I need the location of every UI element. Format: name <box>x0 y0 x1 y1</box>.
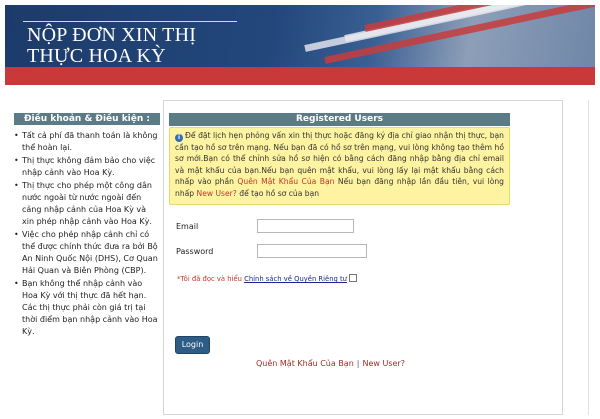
header-banner: NỘP ĐƠN XIN THỊ THỰC HOA KỲ <box>5 5 595 85</box>
page-title-line-1: NỘP ĐƠN XIN THỊ <box>27 24 197 46</box>
privacy-prefix: Tôi đã đọc và hiểu <box>180 275 245 283</box>
new-user-link[interactable]: New User? <box>362 359 404 368</box>
notice-forgot-password-link[interactable]: Quên Mật Khẩu Của Bạn <box>237 177 334 186</box>
privacy-consent: *Tôi đã đọc và hiểu Chính sách về Quyền … <box>177 274 357 283</box>
banner-rule <box>23 21 237 22</box>
terms-list: Tất cả phí đã thanh toán là không thể ho… <box>14 130 160 338</box>
email-field[interactable] <box>257 219 354 233</box>
email-label: Email <box>176 222 199 231</box>
login-button[interactable]: Login <box>175 336 210 354</box>
terms-heading: Điều khoản & Điều kiện : <box>14 113 160 125</box>
terms-item: Thị thực không đảm bảo cho việc nhập cản… <box>14 155 160 179</box>
forgot-password-link[interactable]: Quên Mật Khẩu Của Bạn <box>256 359 354 368</box>
terms-item: Việc cho phép nhập cảnh chỉ có thể được … <box>14 229 160 277</box>
account-links: Quên Mật Khẩu Của Bạn | New User? <box>256 359 405 368</box>
link-separator: | <box>356 359 360 368</box>
registered-users-heading: Registered Users <box>169 113 510 126</box>
terms-item: Tất cả phí đã thanh toán là không thể ho… <box>14 130 160 154</box>
terms-sidebar: Điều khoản & Điều kiện : Tất cả phí đã t… <box>14 113 160 339</box>
page-title-line-2: THỰC HOA KỲ <box>27 45 166 67</box>
privacy-policy-link[interactable]: Chính sách về Quyền Riêng tư <box>244 275 347 283</box>
login-panel: Registered Users i Để đặt lịch hẹn phỏng … <box>163 100 563 415</box>
notice-new-user-link[interactable]: New User? <box>197 189 237 198</box>
terms-item: Thị thực cho phép một công dân nước ngoà… <box>14 180 160 228</box>
password-label: Password <box>176 247 214 256</box>
password-field[interactable] <box>257 244 367 258</box>
page-edge <box>588 100 596 415</box>
banner-red-bar <box>5 67 595 85</box>
terms-item: Bạn không thể nhập cảnh vào Hoa Kỳ với t… <box>14 278 160 338</box>
privacy-checkbox[interactable] <box>348 274 357 282</box>
notice-text-3: để tạo hồ sơ của bạn <box>236 188 320 198</box>
page-title: NỘP ĐƠN XIN THỊ THỰC HOA KỲ <box>27 25 196 67</box>
info-notice: i Để đặt lịch hẹn phỏng vấn xin thị thực … <box>169 127 510 205</box>
info-icon: i <box>175 134 183 142</box>
